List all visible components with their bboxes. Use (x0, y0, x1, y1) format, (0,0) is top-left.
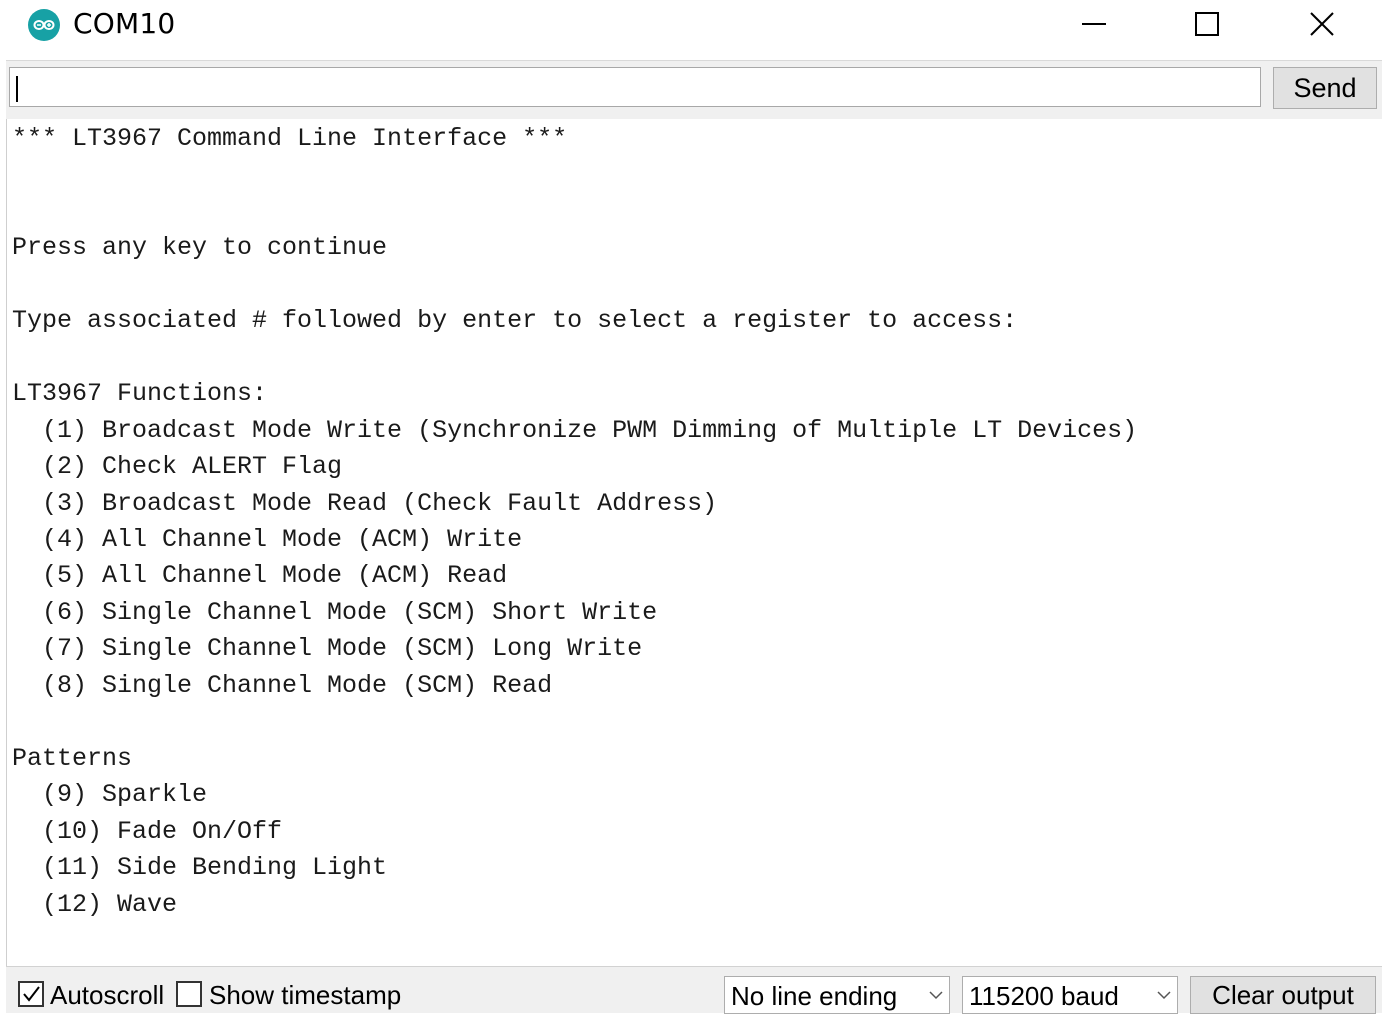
output-line: (10) Fade On/Off (12, 817, 283, 846)
autoscroll-checkbox[interactable] (18, 981, 44, 1007)
checkmark-icon (23, 986, 40, 1002)
autoscroll-label[interactable]: Autoscroll (50, 980, 164, 1011)
maximize-button[interactable] (1167, 0, 1247, 50)
status-bar: Autoscroll Show timestamp No line ending… (6, 966, 1382, 1014)
maximize-icon (1195, 12, 1219, 36)
output-line: (7) Single Channel Mode (SCM) Long Write (12, 634, 643, 663)
baud-rate-select[interactable]: 115200 baud (962, 976, 1178, 1014)
minimize-icon (1082, 23, 1106, 25)
close-icon (1310, 12, 1334, 36)
output-line: (8) Single Channel Mode (SCM) Read (12, 671, 553, 700)
window-title: COM10 (73, 7, 176, 40)
chevron-down-icon (929, 991, 943, 1000)
send-button[interactable]: Send (1273, 67, 1377, 109)
output-line: (4) All Channel Mode (ACM) Write (12, 525, 523, 554)
show-timestamp-label[interactable]: Show timestamp (209, 980, 401, 1011)
arduino-logo-icon (28, 9, 60, 41)
minimize-button[interactable] (1054, 0, 1134, 50)
title-bar: COM10 (0, 0, 1384, 50)
output-line: LT3967 Functions: (12, 379, 268, 408)
output-line: (3) Broadcast Mode Read (Check Fault Add… (12, 489, 718, 518)
send-bar: Send (6, 60, 1382, 120)
line-ending-value: No line ending (731, 981, 898, 1011)
chevron-down-icon (1157, 991, 1171, 1000)
output-line: (2) Check ALERT Flag (12, 452, 343, 481)
output-line: (9) Sparkle (12, 780, 208, 809)
output-line: *** LT3967 Command Line Interface *** (12, 124, 568, 153)
line-ending-select[interactable]: No line ending (724, 976, 950, 1014)
show-timestamp-checkbox[interactable] (176, 981, 202, 1007)
clear-output-button[interactable]: Clear output (1190, 976, 1376, 1014)
close-button[interactable] (1282, 0, 1362, 50)
output-line: (5) All Channel Mode (ACM) Read (12, 561, 508, 590)
serial-output[interactable]: *** LT3967 Command Line Interface *** Pr… (6, 119, 1382, 966)
output-line: Press any key to continue (12, 233, 388, 262)
output-line: Type associated # followed by enter to s… (12, 306, 1018, 335)
output-line: (6) Single Channel Mode (SCM) Short Writ… (12, 598, 658, 627)
output-line: Patterns (12, 744, 133, 773)
output-line: (1) Broadcast Mode Write (Synchronize PW… (12, 416, 1138, 445)
output-line: (12) Wave (12, 890, 178, 919)
baud-rate-value: 115200 baud (969, 981, 1119, 1011)
serial-input[interactable] (9, 67, 1261, 107)
text-caret (16, 76, 18, 102)
output-line: (11) Side Bending Light (12, 853, 388, 882)
